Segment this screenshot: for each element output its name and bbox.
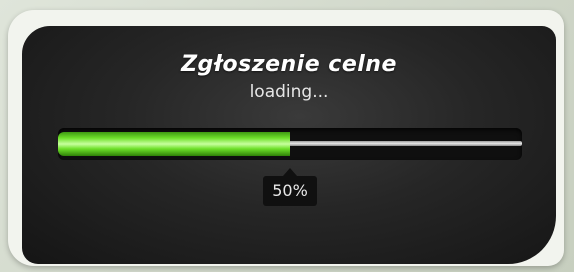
loading-status-text: loading... xyxy=(249,82,329,102)
dialog-title: Zgłoszenie celne xyxy=(181,52,397,77)
loading-panel: Zgłoszenie celne loading... 50% xyxy=(22,26,556,264)
progress-fill xyxy=(58,132,290,156)
progress-percent-label: 50% xyxy=(263,176,317,206)
progress-bar xyxy=(58,128,522,160)
progress-pointer xyxy=(283,168,297,176)
